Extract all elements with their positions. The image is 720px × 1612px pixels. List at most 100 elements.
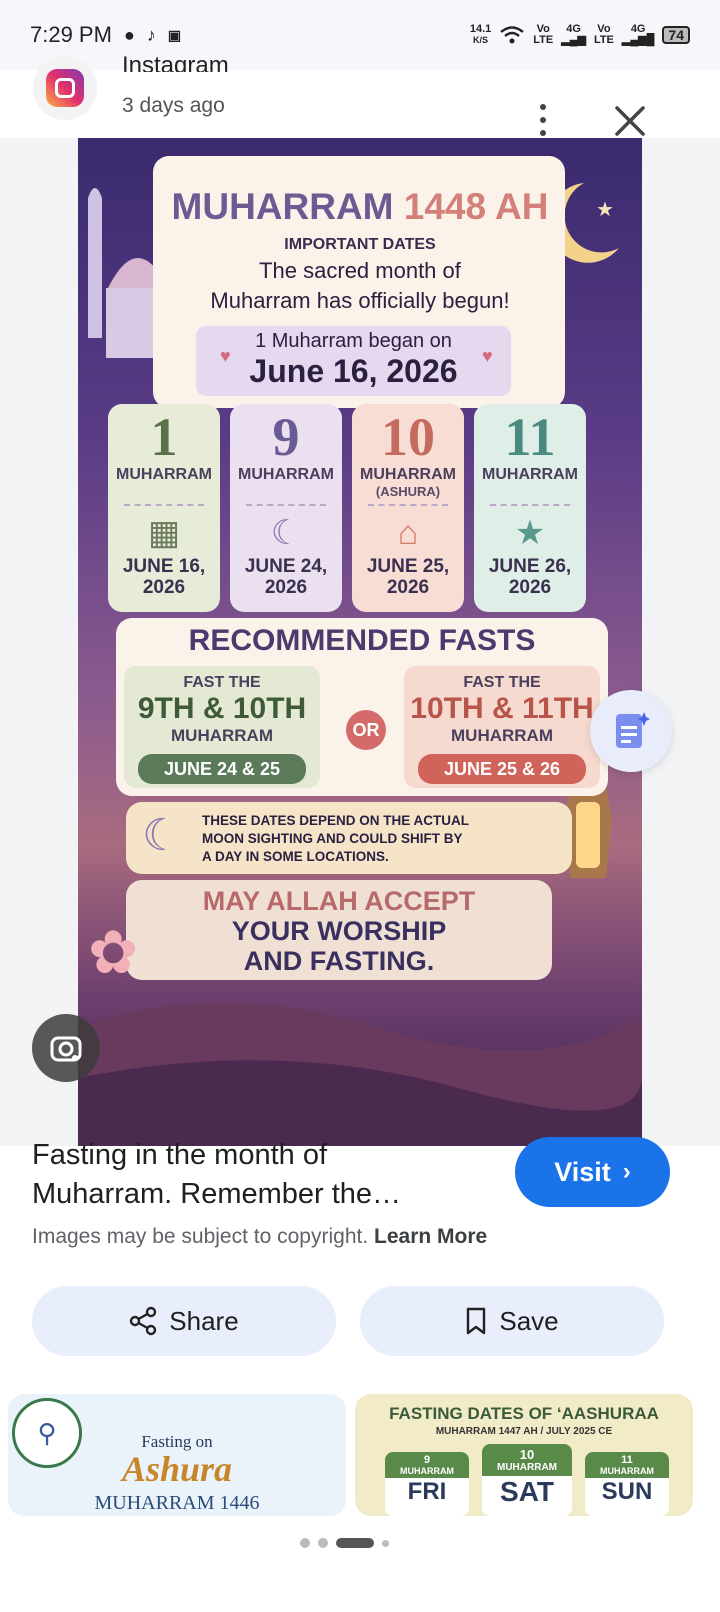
recommended-fasts-card: RECOMMENDED FASTS FAST THE 9TH & 10TH MU…: [116, 618, 608, 796]
instagram-logo-icon[interactable]: [33, 56, 97, 120]
desert-hills: [78, 1003, 642, 1146]
fast-option-b-dates: JUNE 25 & 26: [418, 754, 586, 784]
network-speed: 14.1 K/S: [470, 24, 491, 46]
heart-icon: ♥: [220, 346, 231, 366]
share-icon: [130, 1306, 157, 1336]
blessing-line1: MAY ALLAH ACCEPT: [202, 886, 476, 916]
date-card-date-line2: 2026: [508, 577, 552, 598]
page-dot: [318, 1538, 328, 1548]
thumb1-line3: MUHARRAM 1446: [94, 1492, 260, 1514]
flower-icon: ✿: [88, 919, 139, 986]
status-bar: 7:29 PM ● ♪ ▣ 14.1 K/S Vo LTE 4G ▂▄▆ Vo LTE…: [0, 0, 720, 70]
began-on-date: June 16, 2026: [249, 353, 458, 389]
more-options-icon[interactable]: [538, 104, 548, 136]
sim2-volte-bottom: LTE: [593, 34, 614, 46]
sim1-volte-bottom: LTE: [533, 34, 554, 46]
blessing-text: MAY ALLAH ACCEPT YOUR WORSHIP AND FASTIN…: [126, 886, 552, 976]
tiktok-notification-icon: ♪: [146, 24, 156, 45]
date-card-1: 1 MUHARRAM ▦ JUNE 16, 2026: [108, 404, 220, 612]
sim2-signal: 4G ▂▄▆█: [622, 24, 655, 46]
date-card-divider: [124, 504, 204, 506]
source-name[interactable]: Instagram: [122, 56, 229, 72]
page-dot-active: [336, 1538, 374, 1548]
sim2-volte: Vo LTE: [594, 24, 614, 46]
heart-icon: ♥: [482, 346, 493, 366]
crescent-moon-icon: ☾: [142, 811, 182, 860]
close-icon[interactable]: [613, 104, 647, 138]
network-speed-value: 14.1: [469, 23, 492, 35]
poster-intro-line2: Muharram has officially begun!: [210, 288, 510, 313]
source-time: 3 days ago: [122, 94, 225, 117]
chevron-right-icon: ›: [622, 1158, 631, 1185]
fast-option-b-days: 10TH & 11TH: [410, 692, 594, 725]
app-notification-icon: ▣: [167, 26, 182, 43]
poster-title-year: 1448 AH: [403, 186, 549, 227]
poster-intro-line1: The sacred month of: [259, 258, 461, 283]
date-card-sub: [474, 484, 586, 500]
note-line2: MOON SIGHTING AND COULD SHIFT BY: [202, 831, 463, 846]
notes-fab[interactable]: [590, 690, 672, 772]
thumb2-day-label: MUHARRAM: [600, 1466, 654, 1476]
fast-option-a-days: 9TH & 10TH: [137, 692, 307, 725]
blessing-card: MAY ALLAH ACCEPT YOUR WORSHIP AND FASTIN…: [126, 880, 552, 980]
thumb2-day-name: FRI: [407, 1478, 447, 1505]
fast-option-a: FAST THE 9TH & 10TH MUHARRAM JUNE 24 & 2…: [124, 666, 320, 788]
thumb2-title: FASTING DATES OF ‘AASHURAA: [389, 1404, 659, 1423]
date-card-label: MUHARRAM: [116, 466, 212, 483]
share-button[interactable]: Share: [32, 1286, 336, 1356]
began-on-label: 1 Muharram began on: [255, 330, 452, 352]
source-header: [0, 70, 720, 138]
bookmark-icon: [467, 1307, 486, 1335]
date-card-11: 11 MUHARRAM ★ JUNE 26, 2026: [474, 404, 586, 612]
caption-line1: Fasting in the month of: [32, 1139, 327, 1171]
blessing-line2: YOUR WORSHIP: [231, 916, 447, 946]
lens-icon: [50, 1036, 82, 1062]
date-card-date-line2: 2026: [142, 577, 186, 598]
date-card-sub: [108, 484, 220, 500]
share-label: Share: [169, 1305, 239, 1336]
date-card-divider: [246, 504, 326, 506]
visit-button[interactable]: Visit ›: [515, 1137, 670, 1207]
google-lens-button[interactable]: [32, 1014, 100, 1082]
thumb2-day-header: 9 MUHARRAM: [385, 1452, 469, 1478]
thumb2-day-num: 10: [519, 1447, 535, 1462]
copyright-notice: Images may be subject to copyright. Lear…: [32, 1225, 487, 1249]
copyright-text: Images may be subject to copyright.: [32, 1225, 369, 1248]
date-card-label: MUHARRAM: [482, 466, 578, 483]
thumb1-line2: Ashura: [121, 1449, 233, 1489]
related-result-thumbnail[interactable]: FASTING DATES OF ‘AASHURAA MUHARRAM 1447…: [355, 1394, 693, 1516]
thumb2-day-header: 10 MUHARRAM: [482, 1444, 572, 1476]
date-card-sub: (ASHURA): [375, 484, 441, 499]
caption-line2: Muharram. Remember the…: [32, 1178, 402, 1210]
or-badge: OR: [346, 710, 386, 750]
save-button[interactable]: Save: [360, 1286, 664, 1356]
fast-option-b-top: FAST THE: [463, 674, 541, 691]
sim1-volte: Vo LTE: [533, 24, 553, 46]
crescent-moon-icon: ☾: [270, 514, 302, 552]
date-card-9: 9 MUHARRAM ☾ JUNE 24, 2026: [230, 404, 342, 612]
date-card-number: 11: [504, 407, 556, 467]
learn-more-link[interactable]: Learn More: [374, 1225, 487, 1248]
recommended-fasts-title: RECOMMENDED FASTS: [188, 624, 536, 657]
battery-indicator: 74: [662, 26, 690, 44]
page-dot: [300, 1538, 310, 1548]
related-result-thumbnail[interactable]: ⚲ Fasting on Ashura MUHARRAM 1446: [8, 1394, 346, 1516]
date-card-date-line1: JUNE 25,: [366, 556, 450, 577]
thumb2-day-label: MUHARRAM: [400, 1466, 454, 1476]
dome-icon: ⌂: [397, 514, 419, 552]
thumb2-day-card: 9 MUHARRAM FRI: [385, 1452, 469, 1516]
thumb2-day-num: 11: [621, 1454, 633, 1466]
document-sparkle-icon: [616, 712, 650, 748]
result-caption[interactable]: Fasting in the month of Muharram. Rememb…: [32, 1136, 482, 1214]
sim1-signal: 4G ▂▄▆: [561, 24, 586, 46]
network-speed-unit: K/S: [473, 35, 489, 45]
date-card-number: 10: [381, 407, 435, 467]
poster-image[interactable]: ★ MUHARRAM 1448 AH IMPORTANT DATES The s…: [78, 138, 642, 1146]
poster-title: MUHARRAM 1448 AH: [78, 186, 642, 228]
date-card-date-line1: JUNE 16,: [122, 556, 206, 577]
fast-option-a-top: FAST THE: [183, 674, 261, 691]
date-card-date-line1: JUNE 26,: [488, 556, 572, 577]
thumb2-day-name: SAT: [500, 1476, 554, 1507]
fast-option-b: FAST THE 10TH & 11TH MUHARRAM JUNE 25 & …: [404, 666, 600, 788]
note-line3: A DAY IN SOME LOCATIONS.: [202, 849, 389, 864]
